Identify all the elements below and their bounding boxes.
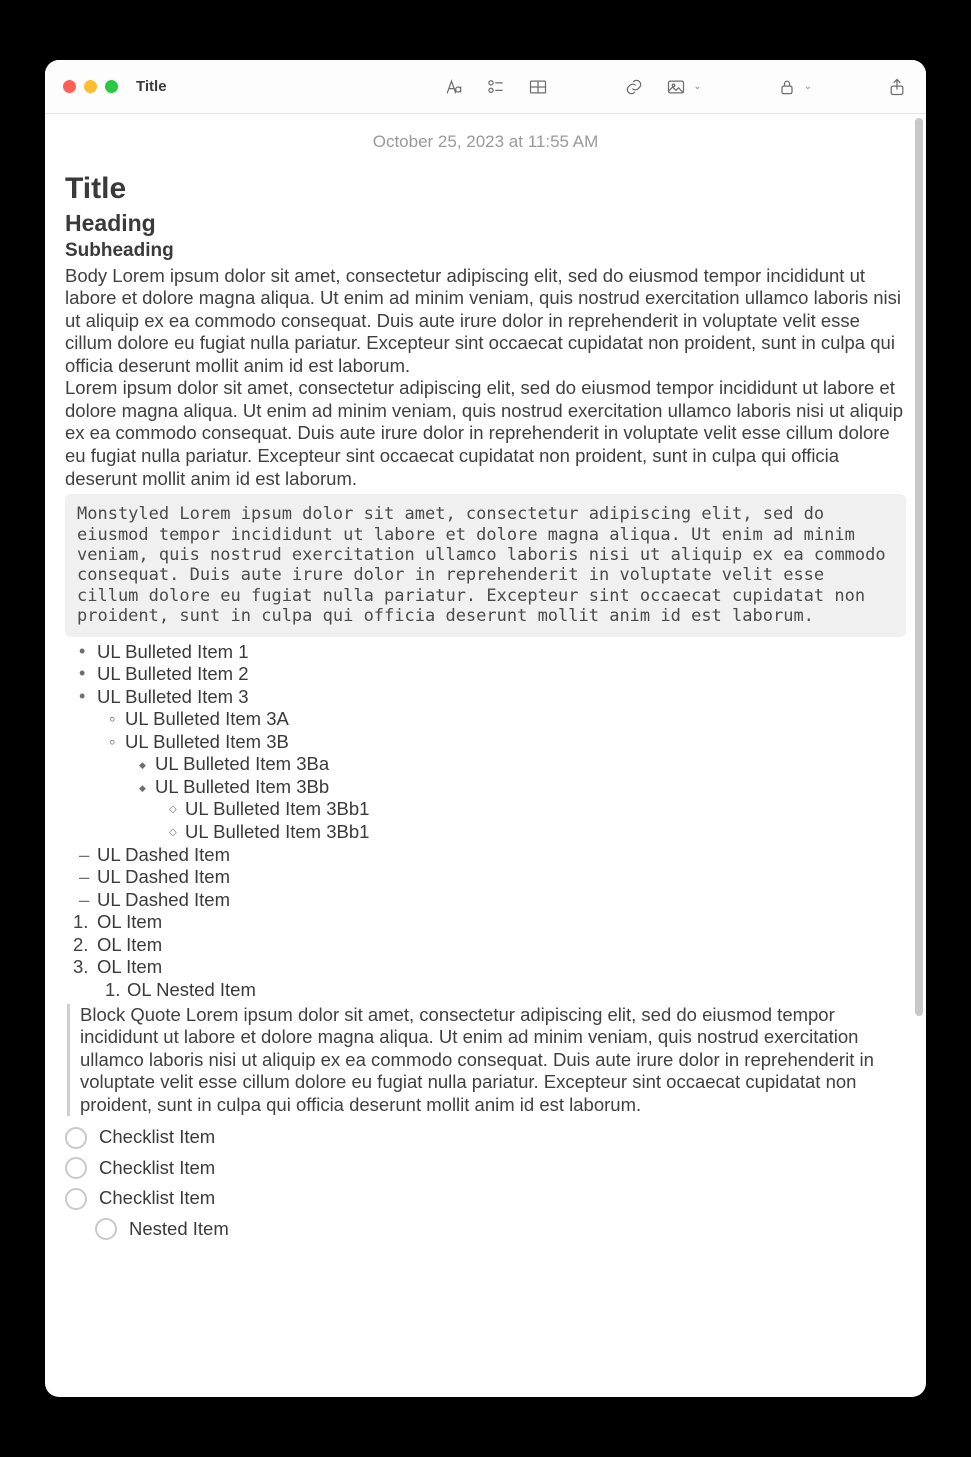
list-item: OL Item (65, 911, 906, 934)
list-item-label: OL Nested Item (127, 979, 256, 1000)
note-title[interactable]: Title (65, 171, 906, 208)
list-item: UL Dashed Item (65, 844, 906, 867)
window-controls (63, 80, 118, 93)
list-item-label: OL Item (97, 911, 162, 932)
table-icon[interactable] (527, 76, 549, 98)
ordered-list[interactable]: OL Item OL Item OL Item (65, 911, 906, 979)
list-item: UL Bulleted Item 3Bb (65, 776, 906, 799)
lock-icon[interactable] (776, 76, 798, 98)
list-item-label: UL Bulleted Item 3B (125, 731, 289, 752)
checklist-item-nested: Nested Item (65, 1214, 906, 1245)
vertical-scrollbar[interactable] (915, 118, 923, 1016)
checkbox-icon[interactable] (95, 1218, 117, 1240)
minimize-window-button[interactable] (84, 80, 97, 93)
list-item-label: UL Bulleted Item 3Ba (155, 753, 329, 774)
content-area: October 25, 2023 at 11:55 AM Title Headi… (45, 114, 926, 1397)
bulleted-list[interactable]: UL Bulleted Item 1 UL Bulleted Item 2 UL… (65, 641, 906, 709)
list-item: UL Dashed Item (65, 866, 906, 889)
checklist-item: Checklist Item (65, 1183, 906, 1214)
media-icon[interactable] (665, 76, 687, 98)
list-item-label: UL Bulleted Item 3Bb1 (185, 821, 369, 842)
zoom-window-button[interactable] (105, 80, 118, 93)
lock-chevron-icon[interactable]: ⌄ (804, 81, 812, 92)
note-body-scroll[interactable]: October 25, 2023 at 11:55 AM Title Headi… (45, 114, 926, 1397)
note-heading[interactable]: Heading (65, 209, 906, 237)
toolbar: ⌄ ⌄ (443, 76, 908, 98)
block-quote[interactable]: Block Quote Lorem ipsum dolor sit amet, … (67, 1004, 906, 1117)
share-icon[interactable] (886, 76, 908, 98)
list-item-label: UL Bulleted Item 1 (97, 641, 249, 662)
list-item-label: UL Bulleted Item 3Bb (155, 776, 329, 797)
link-icon[interactable] (623, 76, 645, 98)
list-item-label: OL Item (97, 956, 162, 977)
format-text-icon[interactable] (443, 76, 465, 98)
list-item-label: UL Dashed Item (97, 866, 230, 887)
media-chevron-icon[interactable]: ⌄ (693, 81, 701, 92)
notes-window: Title ⌄ (45, 60, 926, 1397)
list-item: OL Item (65, 956, 906, 979)
checklist-icon[interactable] (485, 76, 507, 98)
note-subheading[interactable]: Subheading (65, 239, 906, 262)
list-item: UL Bulleted Item 3Ba (65, 753, 906, 776)
list-item-label: UL Bulleted Item 2 (97, 663, 249, 684)
bulleted-list-nested[interactable]: UL Bulleted Item 3A UL Bulleted Item 3B (65, 708, 906, 753)
list-item: UL Bulleted Item 3 (65, 686, 906, 709)
list-item: UL Dashed Item (65, 889, 906, 912)
checklist[interactable]: Checklist Item Checklist Item Checklist … (65, 1122, 906, 1244)
close-window-button[interactable] (63, 80, 76, 93)
checklist-item-label: Checklist Item (99, 1126, 215, 1149)
list-item-label: UL Bulleted Item 3 (97, 686, 249, 707)
checkbox-icon[interactable] (65, 1157, 87, 1179)
list-item: UL Bulleted Item 1 (65, 641, 906, 664)
list-item: UL Bulleted Item 3A (65, 708, 906, 731)
checkbox-icon[interactable] (65, 1127, 87, 1149)
checkbox-icon[interactable] (65, 1188, 87, 1210)
list-item-label: UL Dashed Item (97, 844, 230, 865)
body-paragraph-1[interactable]: Body Lorem ipsum dolor sit amet, consect… (65, 265, 906, 378)
list-item: OL Item (65, 934, 906, 957)
body-paragraph-2[interactable]: Lorem ipsum dolor sit amet, consectetur … (65, 377, 906, 490)
checklist-item-label: Nested Item (129, 1218, 229, 1241)
list-item: UL Bulleted Item 3B (65, 731, 906, 754)
list-item-label: OL Item (97, 934, 162, 955)
list-item-label: UL Bulleted Item 3Bb1 (185, 798, 369, 819)
checklist-item: Checklist Item (65, 1122, 906, 1153)
monostyled-block[interactable]: Monstyled Lorem ipsum dolor sit amet, co… (65, 494, 906, 636)
dashed-list[interactable]: UL Dashed Item UL Dashed Item UL Dashed … (65, 844, 906, 912)
list-item: UL Bulleted Item 3Bb1 (65, 798, 906, 821)
list-item-label: UL Dashed Item (97, 889, 230, 910)
list-item: UL Bulleted Item 2 (65, 663, 906, 686)
note-timestamp: October 25, 2023 at 11:55 AM (65, 132, 906, 153)
checklist-item-label: Checklist Item (99, 1187, 215, 1210)
window-title: Title (136, 78, 167, 95)
list-item: UL Bulleted Item 3Bb1 (65, 821, 906, 844)
titlebar: Title ⌄ (45, 60, 926, 114)
checklist-item-label: Checklist Item (99, 1157, 215, 1180)
bulleted-list-nested-3[interactable]: UL Bulleted Item 3Bb1 UL Bulleted Item 3… (65, 798, 906, 843)
list-item: OL Nested Item (65, 979, 906, 1002)
bulleted-list-nested-2[interactable]: UL Bulleted Item 3Ba UL Bulleted Item 3B… (65, 753, 906, 798)
checklist-item: Checklist Item (65, 1153, 906, 1184)
list-item-label: UL Bulleted Item 3A (125, 708, 289, 729)
ordered-list-nested[interactable]: OL Nested Item (65, 979, 906, 1002)
